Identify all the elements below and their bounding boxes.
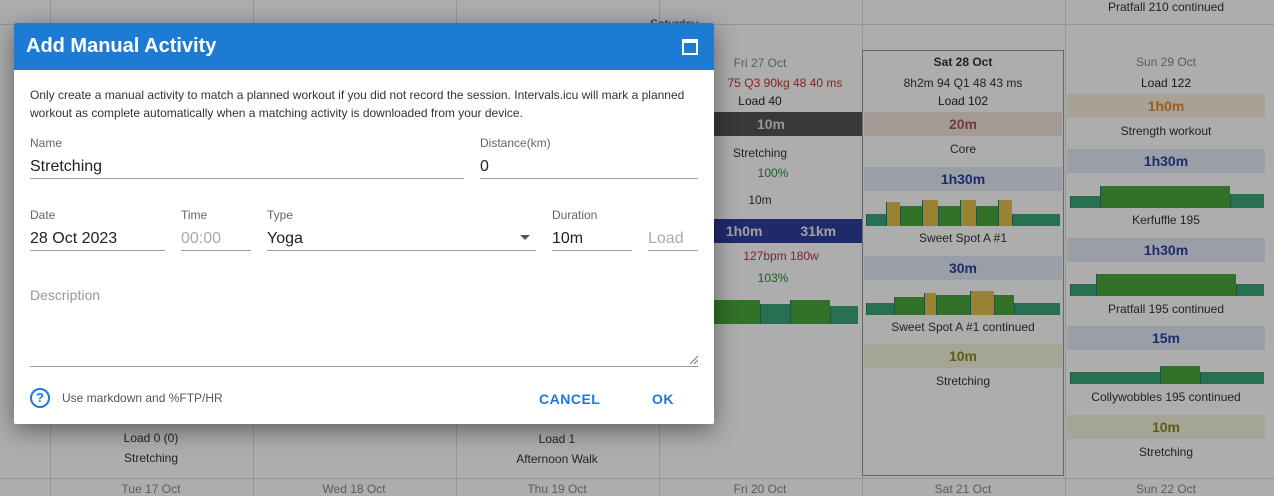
- name-input[interactable]: Stretching: [30, 154, 464, 179]
- duration-label: Duration: [552, 208, 598, 222]
- distance-field[interactable]: Distance(km) 0: [480, 136, 698, 179]
- dialog-header: Add Manual Activity: [14, 23, 714, 70]
- type-select[interactable]: Yoga: [267, 226, 536, 251]
- dialog-title: Add Manual Activity: [26, 35, 217, 57]
- time-field[interactable]: Time 00:00: [181, 208, 251, 251]
- time-input[interactable]: 00:00: [181, 226, 251, 251]
- distance-input[interactable]: 0: [480, 154, 698, 179]
- time-label: Time: [181, 208, 208, 222]
- name-label: Name: [30, 136, 63, 150]
- load-input[interactable]: Load: [648, 226, 698, 251]
- distance-label: Distance(km): [480, 136, 551, 150]
- date-label: Date: [30, 208, 56, 222]
- name-field[interactable]: Name Stretching: [30, 136, 464, 179]
- cancel-button[interactable]: CANCEL: [539, 391, 600, 407]
- duration-input[interactable]: 10m: [552, 226, 632, 251]
- chevron-down-icon[interactable]: [520, 235, 530, 240]
- type-field[interactable]: Type Yoga: [267, 208, 536, 251]
- ok-button[interactable]: OK: [652, 391, 674, 407]
- description-placeholder: Description: [30, 287, 101, 303]
- add-manual-activity-dialog: Add Manual Activity Only create a manual…: [14, 23, 714, 424]
- resize-grip-icon[interactable]: [690, 356, 698, 364]
- description-textarea[interactable]: Description: [30, 287, 698, 367]
- maximize-icon[interactable]: [682, 38, 698, 55]
- help-icon[interactable]: ?: [30, 388, 50, 408]
- type-label: Type: [267, 208, 294, 222]
- date-field[interactable]: Date 28 Oct 2023: [30, 208, 165, 251]
- dialog-note: Only create a manual activity to match a…: [30, 88, 685, 120]
- date-input[interactable]: 28 Oct 2023: [30, 226, 165, 251]
- markdown-hint: Use markdown and %FTP/HR: [62, 391, 223, 405]
- load-field[interactable]: Load: [648, 208, 698, 251]
- duration-field[interactable]: Duration 10m: [552, 208, 632, 251]
